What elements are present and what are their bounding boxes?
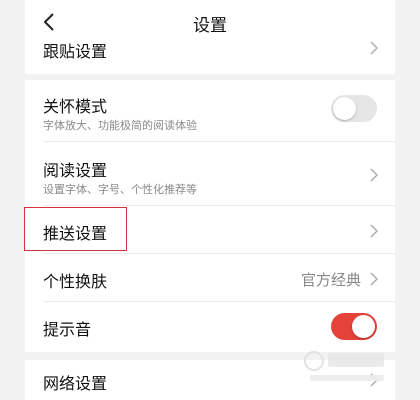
row-skin[interactable]: 个性换肤 官方经典 bbox=[25, 254, 395, 302]
chevron-right-icon bbox=[370, 168, 379, 182]
row-subtitle: 字体放大、功能极简的阅读体验 bbox=[43, 119, 197, 132]
chevron-right-icon bbox=[370, 272, 379, 286]
row-label: 跟贴设置 bbox=[43, 42, 108, 61]
row-subtitle: 设置字体、字号、个性化推荐等 bbox=[43, 183, 197, 196]
toggle-knob bbox=[333, 97, 356, 120]
row-reading-settings[interactable]: 阅读设置 设置字体、字号、个性化推荐等 bbox=[25, 142, 395, 206]
settings-group-1: 跟贴设置 bbox=[25, 41, 395, 74]
row-label: 关怀模式 bbox=[43, 97, 108, 116]
watermark-logo bbox=[304, 351, 384, 381]
skin-value: 官方经典 bbox=[300, 271, 361, 289]
row-care-mode: 关怀模式 字体放大、功能极简的阅读体验 bbox=[25, 80, 395, 142]
row-label: 个性换肤 bbox=[43, 272, 108, 291]
toggle-knob bbox=[352, 315, 375, 338]
row-label: 阅读设置 bbox=[43, 161, 108, 180]
care-mode-toggle[interactable] bbox=[331, 95, 377, 122]
row-paste-settings[interactable]: 跟贴设置 bbox=[25, 41, 395, 74]
chevron-right-icon bbox=[370, 224, 379, 238]
highlight-box bbox=[24, 207, 127, 251]
row-label: 网络设置 bbox=[43, 374, 108, 393]
row-label: 提示音 bbox=[43, 320, 92, 339]
chevron-right-icon bbox=[370, 41, 379, 55]
sound-toggle[interactable] bbox=[331, 313, 377, 340]
page-title: 设置 bbox=[193, 16, 227, 36]
